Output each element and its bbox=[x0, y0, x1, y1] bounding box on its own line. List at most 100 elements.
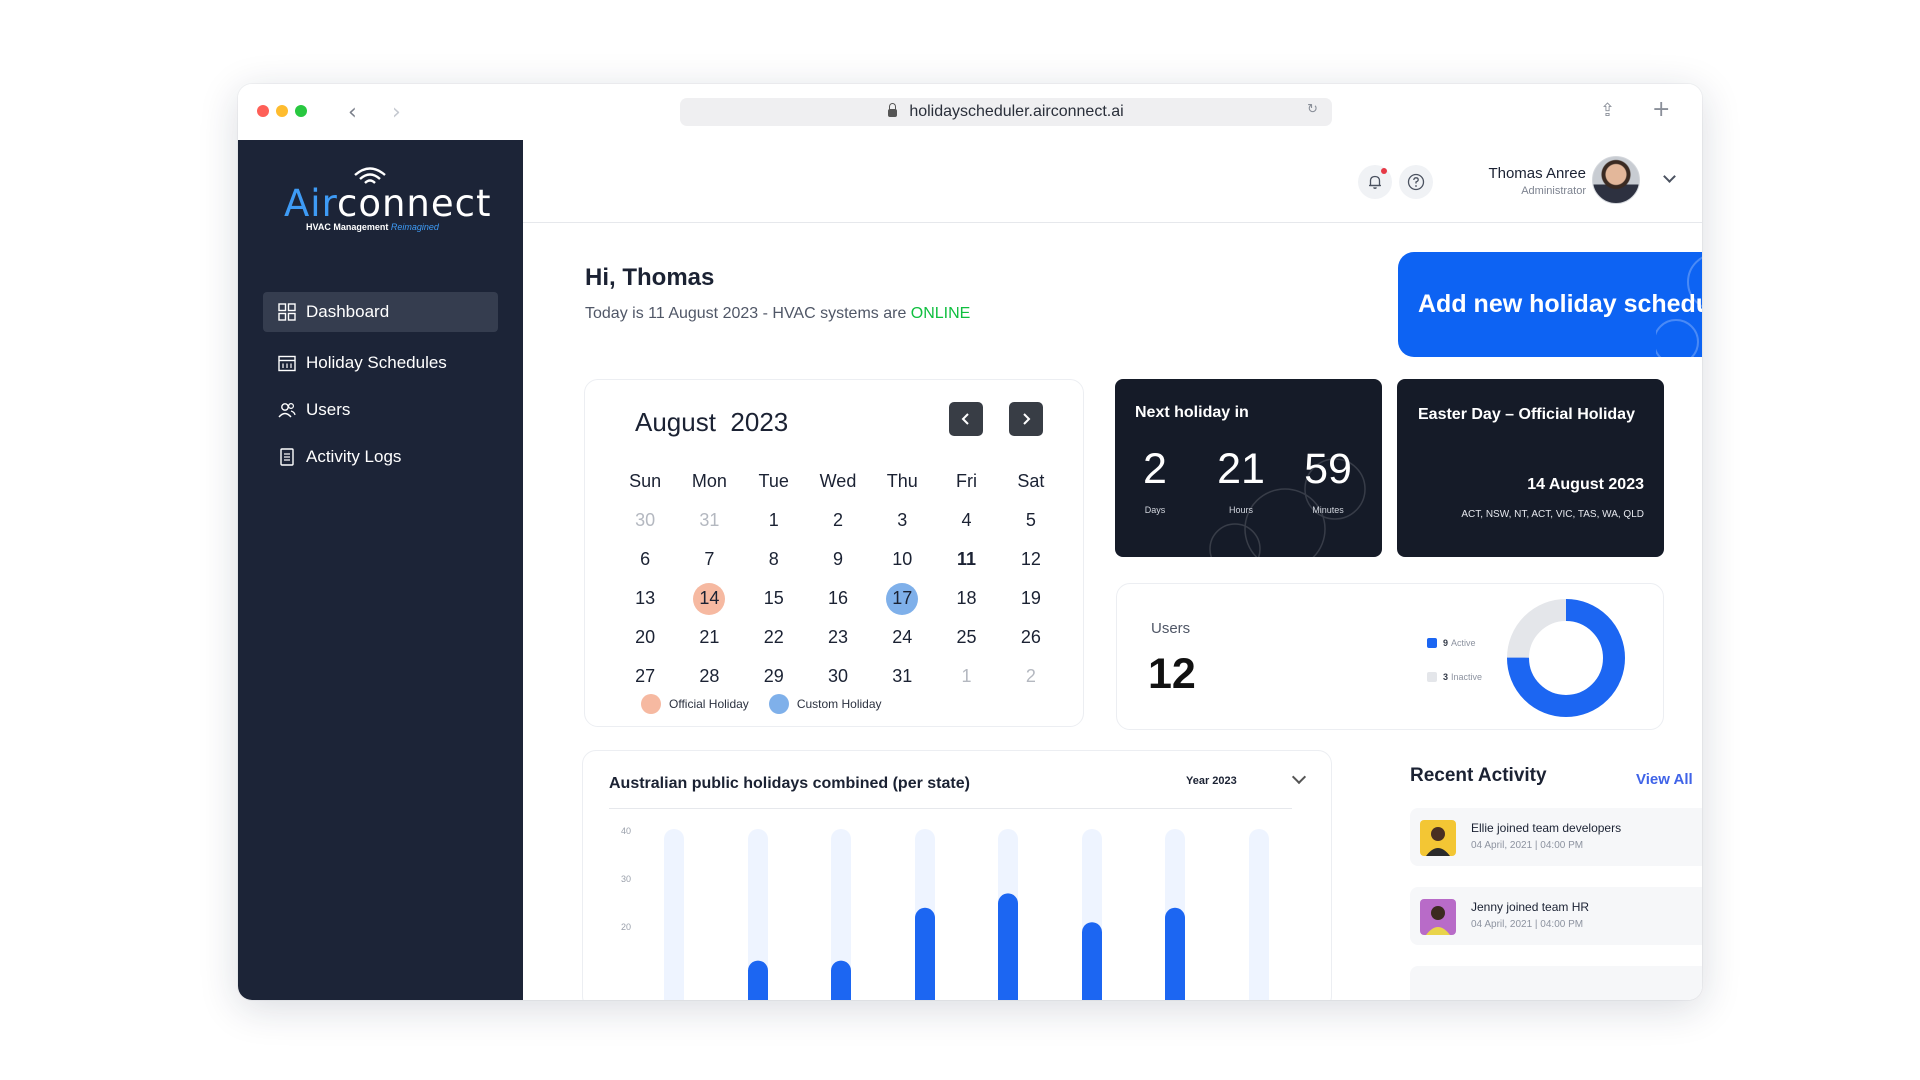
next-month-button[interactable] bbox=[1009, 402, 1043, 436]
calendar-day-number: 11 bbox=[957, 549, 977, 569]
upcoming-holiday-states: ACT, NSW, NT, ACT, VIC, TAS, WA, QLD bbox=[1461, 509, 1644, 520]
sidebar-item-label: Users bbox=[306, 400, 351, 419]
activity-item[interactable]: Ellie joined team developers 04 April, 2… bbox=[1410, 808, 1702, 866]
bar[interactable] bbox=[748, 960, 768, 1000]
logo-tagline: HVAC Management Reimagined bbox=[306, 222, 439, 232]
calendar-legend: Official Holiday Custom Holiday bbox=[641, 694, 882, 714]
activity-avatar bbox=[1420, 899, 1456, 935]
calendar-day[interactable]: 5 bbox=[999, 501, 1063, 540]
calendar-day[interactable]: 19 bbox=[999, 579, 1063, 618]
bar-track bbox=[664, 829, 684, 1000]
legend-custom-label: Custom Holiday bbox=[796, 697, 882, 711]
calendar-day[interactable]: 23 bbox=[806, 618, 870, 657]
calendar-day[interactable]: 2 bbox=[806, 501, 870, 540]
calendar-day[interactable]: 4 bbox=[934, 501, 998, 540]
calendar-day[interactable]: 15 bbox=[742, 579, 806, 618]
share-icon[interactable]: ⇪ bbox=[1600, 100, 1615, 121]
calendar-day[interactable]: 18 bbox=[934, 579, 998, 618]
activity-item[interactable]: Jenny joined team HR 04 April, 2021 | 04… bbox=[1410, 887, 1702, 945]
calendar-day[interactable]: 26 bbox=[999, 618, 1063, 657]
close-window-button[interactable] bbox=[257, 105, 269, 117]
activity-time: 04 April, 2021 | 04:00 PM bbox=[1471, 919, 1584, 930]
chevron-down-icon[interactable] bbox=[1663, 170, 1676, 183]
calendar-day[interactable]: 30 bbox=[613, 501, 677, 540]
calendar-day[interactable]: 20 bbox=[613, 618, 677, 657]
new-tab-icon[interactable]: + bbox=[1652, 97, 1670, 122]
calendar-day[interactable]: 27 bbox=[613, 657, 677, 696]
activity-item-partial[interactable] bbox=[1410, 966, 1702, 1000]
sidebar-item-users[interactable]: Users bbox=[263, 390, 498, 430]
reload-icon[interactable]: ↻ bbox=[1307, 102, 1318, 117]
notification-badge bbox=[1381, 168, 1387, 174]
sidebar-item-holiday-schedules[interactable]: Holiday Schedules bbox=[263, 343, 498, 383]
calendar-day[interactable]: 10 bbox=[870, 540, 934, 579]
calendar-day-number: 22 bbox=[763, 627, 784, 647]
calendar-day[interactable]: 12 bbox=[999, 540, 1063, 579]
maximize-window-button[interactable] bbox=[295, 105, 307, 117]
calendar-day[interactable]: 1 bbox=[742, 501, 806, 540]
calendar-day[interactable]: 22 bbox=[742, 618, 806, 657]
holidays-bar-chart: 40 30 20 bbox=[621, 826, 1269, 1000]
calendar-day[interactable]: 11 bbox=[934, 540, 998, 579]
bar[interactable] bbox=[831, 960, 851, 1000]
user-avatar[interactable] bbox=[1592, 156, 1640, 204]
calendar-day[interactable]: 25 bbox=[934, 618, 998, 657]
lock-icon bbox=[888, 103, 898, 117]
calendar-day[interactable]: 31 bbox=[870, 657, 934, 696]
view-all-link[interactable]: View All bbox=[1636, 771, 1693, 788]
activity-avatar bbox=[1420, 820, 1456, 856]
calendar-day-number: 17 bbox=[886, 582, 919, 615]
weekday-label: Tue bbox=[758, 471, 789, 491]
calendar-day[interactable]: 28 bbox=[677, 657, 741, 696]
calendar-day[interactable]: 13 bbox=[613, 579, 677, 618]
upcoming-holiday-title: Easter Day – Official Holiday bbox=[1418, 406, 1635, 423]
calendar-day[interactable]: 16 bbox=[806, 579, 870, 618]
y-tick-label: 30 bbox=[621, 874, 631, 884]
bar[interactable] bbox=[1165, 907, 1185, 1000]
help-button[interactable] bbox=[1399, 165, 1433, 199]
calendar-day-number: 6 bbox=[640, 549, 651, 569]
add-holiday-schedule-card[interactable]: Add new holiday schedule bbox=[1398, 252, 1702, 357]
calendar-day[interactable]: 8 bbox=[742, 540, 806, 579]
calendar-day[interactable]: 6 bbox=[613, 540, 677, 579]
users-total: 12 bbox=[1148, 650, 1196, 698]
bar[interactable] bbox=[998, 893, 1018, 1000]
chevron-right-icon bbox=[1023, 413, 1031, 425]
official-holiday-swatch bbox=[641, 694, 661, 714]
sidebar-item-activity-logs[interactable]: Activity Logs bbox=[263, 437, 498, 477]
forward-icon[interactable]: › bbox=[392, 100, 401, 125]
calendar-day[interactable]: 3 bbox=[870, 501, 934, 540]
calendar-day[interactable]: 2 bbox=[999, 657, 1063, 696]
chart-year-select[interactable]: Year 2023 bbox=[1186, 775, 1237, 787]
notifications-button[interactable] bbox=[1358, 165, 1392, 199]
sidebar-item-label: Activity Logs bbox=[306, 447, 402, 466]
upcoming-holiday-card[interactable]: Easter Day – Official Holiday 14 August … bbox=[1397, 379, 1664, 557]
calendar-day[interactable]: 29 bbox=[742, 657, 806, 696]
calendar-day-number: 13 bbox=[635, 588, 656, 608]
calendar-day[interactable]: 1 bbox=[934, 657, 998, 696]
sidebar-item-label: Dashboard bbox=[306, 302, 390, 321]
calendar-day[interactable]: 7 bbox=[677, 540, 741, 579]
previous-month-button[interactable] bbox=[949, 402, 983, 436]
calendar-day[interactable]: 21 bbox=[677, 618, 741, 657]
user-role: Administrator bbox=[1521, 185, 1586, 197]
chevron-down-icon[interactable] bbox=[1291, 769, 1307, 785]
address-bar[interactable]: holidayscheduler.airconnect.ai ↻ bbox=[680, 98, 1332, 126]
bar[interactable] bbox=[915, 907, 935, 1000]
calendar-day[interactable]: 14 bbox=[677, 579, 741, 618]
calendar-day-number: 3 bbox=[897, 510, 908, 530]
calendar-day[interactable]: 30 bbox=[806, 657, 870, 696]
calendar-day[interactable]: 9 bbox=[806, 540, 870, 579]
calendar-day[interactable]: 31 bbox=[677, 501, 741, 540]
calendar-day-number: 4 bbox=[961, 510, 972, 530]
sidebar-item-dashboard[interactable]: Dashboard bbox=[263, 292, 498, 332]
calendar-day-number: 31 bbox=[892, 666, 913, 686]
bar[interactable] bbox=[1082, 922, 1102, 1000]
minimize-window-button[interactable] bbox=[276, 105, 288, 117]
calendar-day[interactable]: 24 bbox=[870, 618, 934, 657]
chart-title: Australian public holidays combined (per… bbox=[609, 775, 970, 792]
back-icon[interactable]: ‹ bbox=[348, 100, 357, 125]
users-summary-card: Users 12 9 Active 3 Inactive bbox=[1116, 583, 1664, 730]
legend-official-label: Official Holiday bbox=[669, 697, 749, 711]
calendar-day[interactable]: 17 bbox=[870, 579, 934, 618]
